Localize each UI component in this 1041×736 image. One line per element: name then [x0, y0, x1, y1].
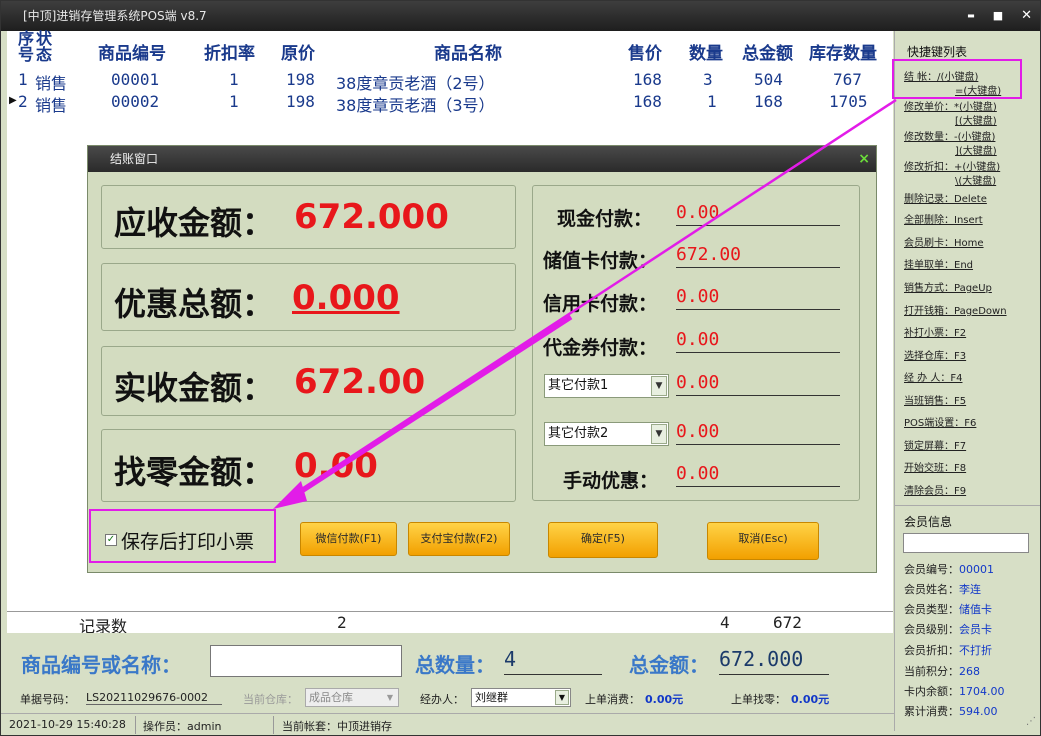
pos-window: [中顶]进销存管理系统POS端 v8.7 ▬ ■ ✕ 序号 状态 商品编号 折扣… — [0, 0, 1041, 736]
annotation-arrow — [273, 98, 897, 509]
